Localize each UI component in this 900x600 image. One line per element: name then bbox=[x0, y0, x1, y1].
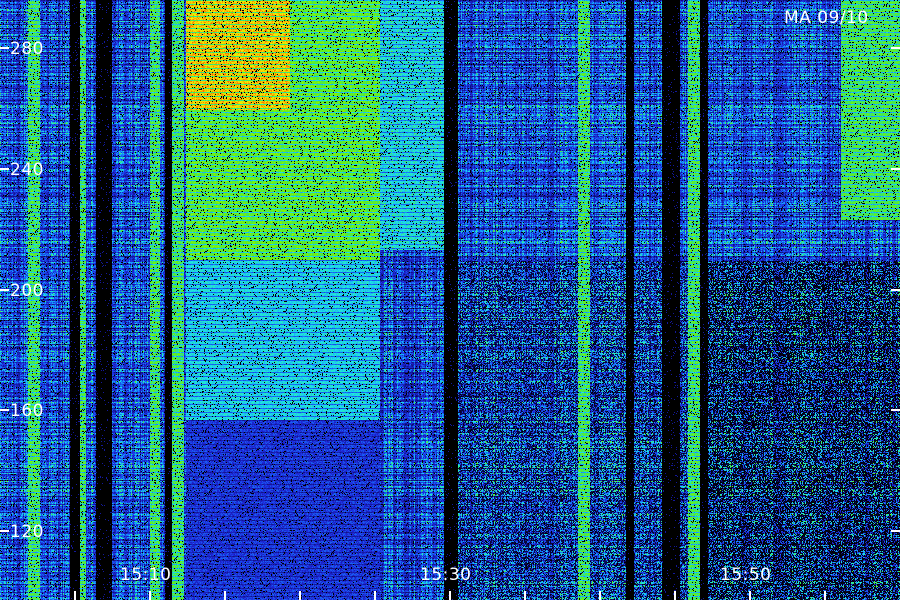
spectrogram-view: MA 09/10 280 240 200 160 120 15:10 15:30… bbox=[0, 0, 900, 600]
spectrogram-image bbox=[0, 0, 900, 600]
